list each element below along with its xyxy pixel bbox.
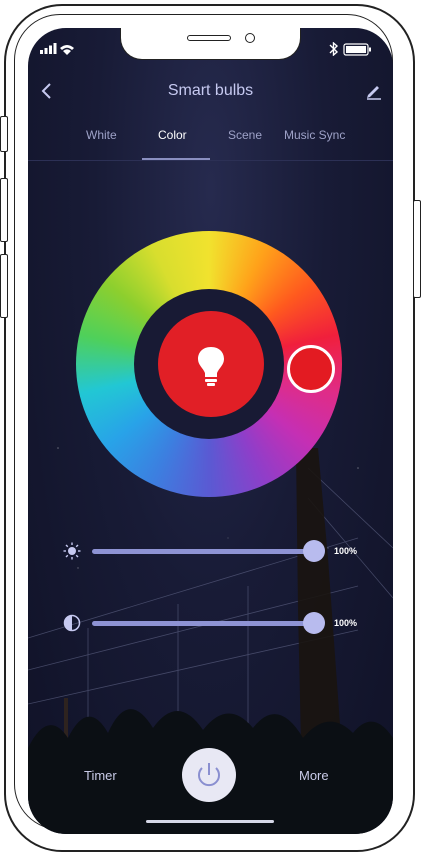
saturation-slider-thumb[interactable]: [303, 612, 325, 634]
mode-tabs: White Color Scene Music Sync: [28, 128, 393, 162]
power-button[interactable]: [182, 748, 236, 802]
phone-volume-down: [0, 254, 8, 318]
brightness-slider-track[interactable]: [92, 549, 314, 554]
power-icon: [198, 763, 220, 787]
saturation-value: 100%: [334, 618, 358, 628]
saturation-slider-track[interactable]: [92, 621, 314, 626]
more-button[interactable]: More: [299, 768, 329, 783]
tab-scene[interactable]: Scene: [228, 128, 262, 142]
phone-volume-up: [0, 178, 8, 242]
tab-color[interactable]: Color: [158, 128, 187, 142]
timer-button[interactable]: Timer: [84, 768, 117, 783]
contrast-icon: [63, 614, 81, 632]
home-indicator: [146, 820, 274, 823]
page-title: Smart bulbs: [167, 82, 254, 99]
brightness-slider-thumb[interactable]: [303, 540, 325, 562]
edit-button[interactable]: [364, 80, 384, 100]
phone-camera: [245, 33, 255, 43]
sun-icon: [63, 542, 81, 560]
phone-notch: [120, 28, 301, 60]
bulb-toggle-button[interactable]: [158, 311, 264, 417]
signal-icon: [40, 43, 74, 55]
phone-power-side: [413, 200, 421, 298]
tab-music-sync[interactable]: Music Sync: [284, 128, 345, 142]
tab-divider: [28, 160, 393, 161]
phone-speaker: [187, 35, 231, 41]
color-picker-handle[interactable]: [287, 345, 335, 393]
tab-white[interactable]: White: [86, 128, 117, 142]
lightbulb-icon: [198, 347, 224, 386]
app-screen: Smart bulbs White Color Scene Music Sync: [28, 28, 393, 834]
phone-silent-switch: [0, 116, 8, 152]
brightness-value: 100%: [334, 546, 358, 556]
bluetooth-icon: [329, 42, 371, 56]
